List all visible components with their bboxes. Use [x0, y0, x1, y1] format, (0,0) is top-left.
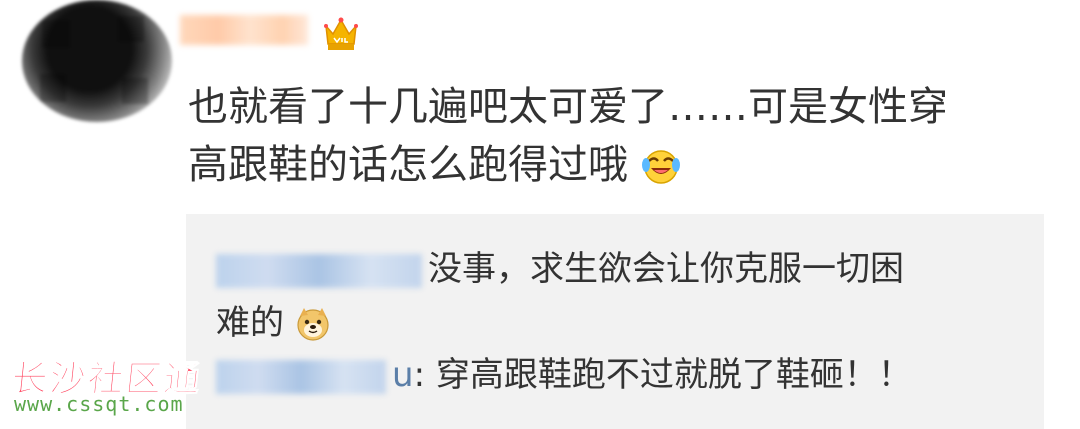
avatar-pixel [118, 16, 144, 42]
reply-item: 没事，求生欲会让你克服一切困 难的 [216, 242, 1016, 350]
watermark-url: www.cssqt.com [14, 392, 184, 416]
comment-body: 也就看了十几遍吧太可爱了……可是女性穿 高跟鞋的话怎么跑得过哦 [188, 78, 1028, 194]
replies-box: 没事，求生欲会让你克服一切困 难的 u: 穿高跟鞋跑不过就脱了鞋砸！！ [186, 214, 1044, 429]
avatar-pixel [40, 74, 66, 102]
avatar-pixel [122, 78, 148, 104]
comment-line-2: 高跟鞋的话怎么跑得过哦 [188, 136, 1028, 194]
reply-line-2: 难的 [216, 296, 1016, 350]
reply-text-line-1: 没事，求生欲会让你克服一切困 [428, 249, 904, 289]
reply-line-1: 没事，求生欲会让你克服一切困 [216, 242, 1016, 296]
reply-username[interactable] [216, 359, 386, 394]
doge-emoji-icon [297, 308, 329, 341]
username[interactable] [180, 15, 308, 45]
reply-item: u: 穿高跟鞋跑不过就脱了鞋砸！！ [216, 348, 1016, 402]
reply-username[interactable] [216, 253, 422, 288]
avatar-pixel [42, 20, 70, 48]
avatar[interactable] [22, 0, 172, 122]
comment-line-1: 也就看了十几遍吧太可爱了……可是女性穿 [188, 84, 948, 130]
reply-text: : 穿高跟鞋跑不过就脱了鞋砸！！ [413, 355, 912, 395]
comment-line-2-text: 高跟鞋的话怎么跑得过哦 [188, 142, 628, 188]
reply-text-line-2: 难的 [216, 303, 284, 343]
vip-crown-icon [324, 17, 358, 50]
reply-username-suffix: u [392, 355, 414, 395]
laughing-crying-emoji-icon [641, 150, 680, 184]
